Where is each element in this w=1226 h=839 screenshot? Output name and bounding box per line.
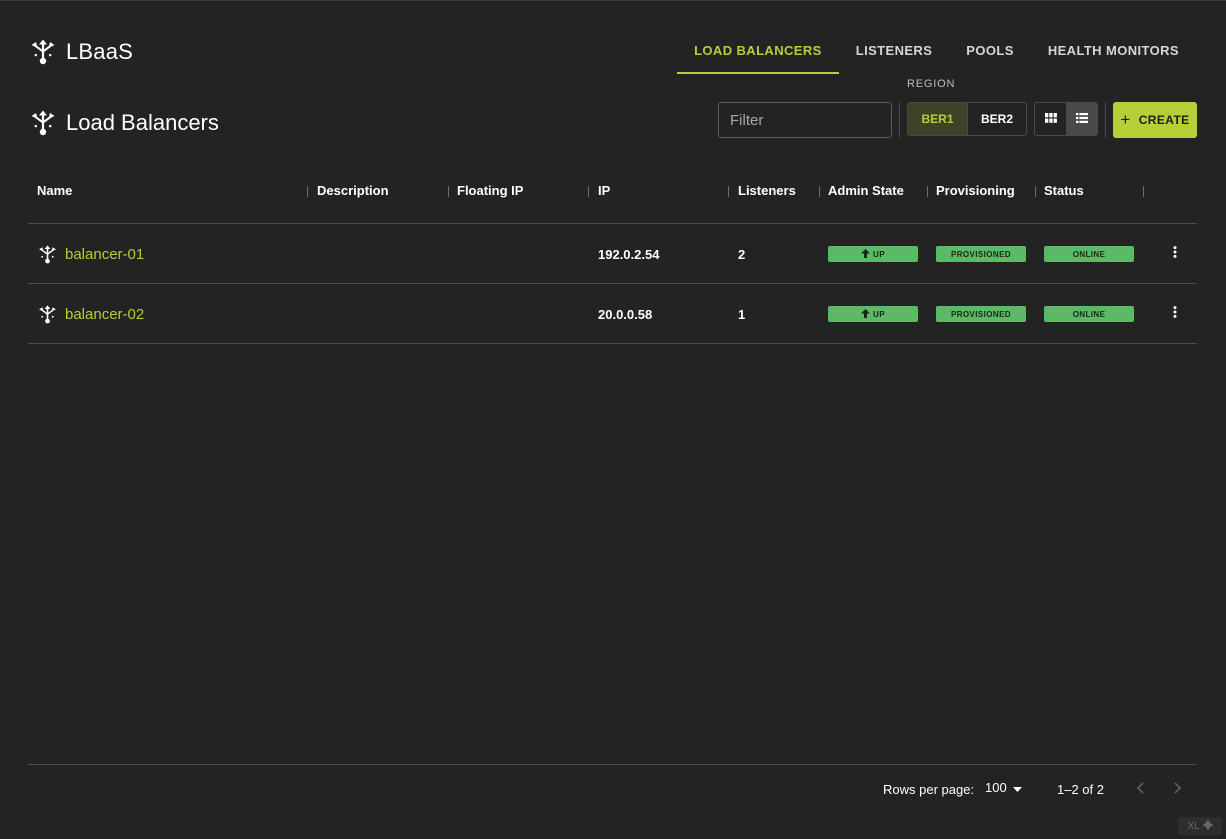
table-row[interactable]: balancer-02 20.0.0.58 1 UP PROVISIONED O… bbox=[28, 284, 1197, 344]
top-nav: LOAD BALANCERS LISTENERS POOLS HEALTH MO… bbox=[677, 31, 1196, 74]
listeners-cell: 1 bbox=[738, 306, 746, 322]
page-heading: Load Balancers bbox=[30, 107, 219, 139]
filter-input[interactable] bbox=[718, 102, 892, 138]
column-resize-handle[interactable] bbox=[819, 186, 820, 197]
ip-cell: 192.0.2.54 bbox=[598, 246, 660, 262]
arrow-up-icon bbox=[861, 248, 871, 260]
grid-view-icon bbox=[1044, 110, 1057, 128]
arrow-up-icon bbox=[861, 308, 871, 320]
column-header-ip[interactable]: IP bbox=[598, 183, 610, 198]
corner-badge-text: XL bbox=[1187, 820, 1200, 832]
provisioning-cell: PROVISIONED bbox=[936, 284, 1026, 344]
admin-state-badge: UP bbox=[828, 306, 918, 322]
tab-health-monitors[interactable]: HEALTH MONITORS bbox=[1031, 31, 1196, 74]
chevron-left-icon bbox=[1134, 782, 1148, 801]
list-view-icon bbox=[1075, 110, 1088, 128]
previous-page-button[interactable] bbox=[1134, 779, 1148, 802]
view-mode-switcher bbox=[1034, 102, 1098, 136]
admin-state-badge: UP bbox=[828, 246, 918, 262]
grid-view-button[interactable] bbox=[1035, 103, 1066, 135]
admin-state-text: UP bbox=[873, 249, 885, 259]
column-header-provisioning[interactable]: Provisioning bbox=[936, 183, 1015, 198]
create-button-label: CREATE bbox=[1138, 113, 1190, 127]
more-vertical-icon bbox=[1173, 245, 1177, 263]
table-header: Name Description Floating IP IP Listener… bbox=[28, 169, 1197, 224]
app-title: LBaaS bbox=[66, 39, 134, 64]
app-header: LBaaS bbox=[30, 37, 133, 67]
provisioning-badge: PROVISIONED bbox=[936, 246, 1026, 262]
load-balancer-link[interactable]: balancer-01 bbox=[65, 246, 144, 263]
status-cell: ONLINE bbox=[1044, 224, 1134, 284]
region-label: REGION bbox=[907, 78, 956, 90]
load-balancer-icon bbox=[30, 39, 56, 65]
rows-per-page-label: Rows per page: bbox=[883, 782, 975, 797]
region-ber1-button[interactable]: BER1 bbox=[908, 103, 967, 135]
column-resize-handle[interactable] bbox=[1143, 186, 1144, 197]
column-header-name[interactable]: Name bbox=[37, 183, 72, 198]
region-ber2-button[interactable]: BER2 bbox=[967, 103, 1026, 135]
list-view-button[interactable] bbox=[1066, 103, 1097, 135]
region-switcher: BER1 BER2 bbox=[907, 102, 1027, 136]
admin-state-text: UP bbox=[873, 309, 885, 319]
row-actions-button[interactable] bbox=[1167, 284, 1183, 344]
load-balancer-link[interactable]: balancer-02 bbox=[65, 306, 144, 323]
provisioning-cell: PROVISIONED bbox=[936, 224, 1026, 284]
name-cell: balancer-02 bbox=[38, 284, 144, 344]
column-resize-handle[interactable] bbox=[1035, 186, 1036, 197]
column-header-admin-state[interactable]: Admin State bbox=[828, 183, 904, 198]
more-vertical-icon bbox=[1173, 305, 1177, 323]
status-badge: ONLINE bbox=[1044, 306, 1134, 322]
rows-per-page-select[interactable]: 100 bbox=[985, 780, 1022, 795]
column-resize-handle[interactable] bbox=[307, 186, 308, 197]
page-title: Load Balancers bbox=[66, 110, 219, 135]
plus-icon: + bbox=[1120, 109, 1131, 129]
column-header-listeners[interactable]: Listeners bbox=[738, 183, 796, 198]
column-resize-handle[interactable] bbox=[448, 186, 449, 197]
toolbar-divider bbox=[1105, 102, 1106, 138]
tab-pools[interactable]: POOLS bbox=[949, 31, 1031, 74]
load-balancers-table: Name Description Floating IP IP Listener… bbox=[28, 169, 1197, 344]
load-balancer-icon bbox=[38, 244, 57, 264]
pagination-range: 1–2 of 2 bbox=[1057, 782, 1104, 797]
gear-icon bbox=[1202, 819, 1213, 833]
name-cell: balancer-01 bbox=[38, 224, 144, 284]
row-actions-button[interactable] bbox=[1167, 224, 1183, 284]
chevron-right-icon bbox=[1170, 782, 1184, 801]
tab-load-balancers[interactable]: LOAD BALANCERS bbox=[677, 31, 839, 74]
table-row[interactable]: balancer-01 192.0.2.54 2 UP PROVISIONED … bbox=[28, 224, 1197, 284]
corner-badge: XL bbox=[1178, 817, 1222, 835]
column-resize-handle[interactable] bbox=[927, 186, 928, 197]
listeners-cell: 2 bbox=[738, 246, 746, 262]
next-page-button[interactable] bbox=[1170, 779, 1184, 802]
ip-cell: 20.0.0.58 bbox=[598, 306, 653, 322]
rows-per-page-value: 100 bbox=[985, 780, 1007, 795]
create-button[interactable]: + CREATE bbox=[1113, 102, 1197, 138]
status-cell: ONLINE bbox=[1044, 284, 1134, 344]
provisioning-badge: PROVISIONED bbox=[936, 306, 1026, 322]
load-balancer-icon bbox=[38, 304, 57, 324]
column-resize-handle[interactable] bbox=[728, 186, 729, 197]
column-header-floating-ip[interactable]: Floating IP bbox=[457, 183, 523, 198]
column-header-description[interactable]: Description bbox=[317, 183, 389, 198]
pagination-footer: Rows per page: 100 1–2 of 2 bbox=[28, 764, 1197, 814]
admin-state-cell: UP bbox=[828, 284, 918, 344]
caret-down-icon bbox=[1012, 780, 1022, 795]
column-header-status[interactable]: Status bbox=[1044, 183, 1084, 198]
admin-state-cell: UP bbox=[828, 224, 918, 284]
status-badge: ONLINE bbox=[1044, 246, 1134, 262]
column-resize-handle[interactable] bbox=[588, 186, 589, 197]
toolbar-divider bbox=[899, 102, 900, 138]
load-balancer-icon bbox=[30, 110, 56, 136]
tab-listeners[interactable]: LISTENERS bbox=[839, 31, 950, 74]
